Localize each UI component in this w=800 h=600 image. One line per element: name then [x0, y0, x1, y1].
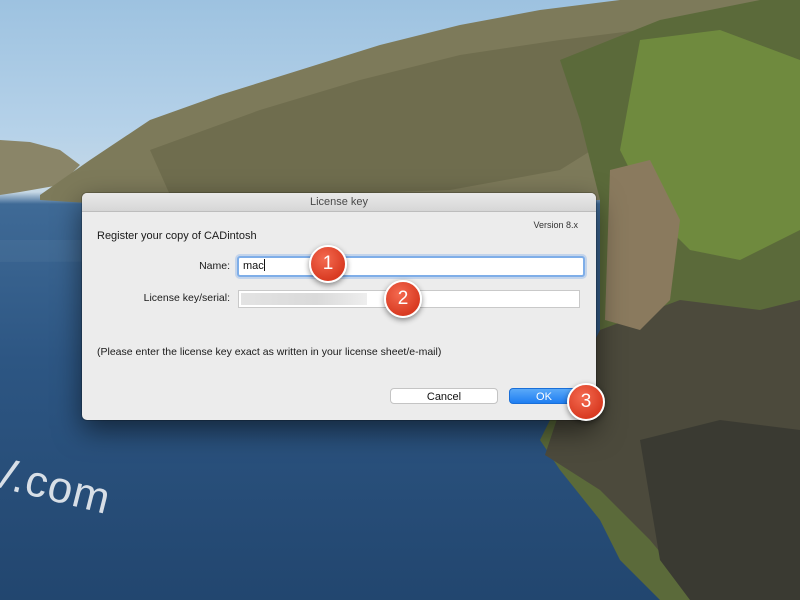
name-label: Name: [199, 260, 230, 272]
license-key-dialog: License key Version 8.x Register your co… [82, 193, 596, 420]
blurred-serial-value [241, 293, 367, 305]
cancel-button[interactable]: Cancel [390, 388, 498, 404]
license-hint-text: (Please enter the license key exact as w… [97, 346, 442, 358]
version-label: Version 8.x [533, 220, 578, 230]
step-callout-2: 2 [384, 280, 422, 318]
text-cursor [263, 259, 265, 271]
register-heading: Register your copy of CADintosh [97, 230, 257, 242]
license-serial-label: License key/serial: [143, 292, 230, 304]
name-input[interactable]: mac [237, 256, 585, 277]
step-callout-1: 1 [309, 245, 347, 283]
name-input-value: mac [243, 260, 264, 272]
dialog-titlebar[interactable]: License key [82, 193, 596, 212]
desktop-wallpaper: V.com License key Version 8.x Register y… [0, 0, 800, 600]
step-callout-3: 3 [567, 383, 605, 421]
